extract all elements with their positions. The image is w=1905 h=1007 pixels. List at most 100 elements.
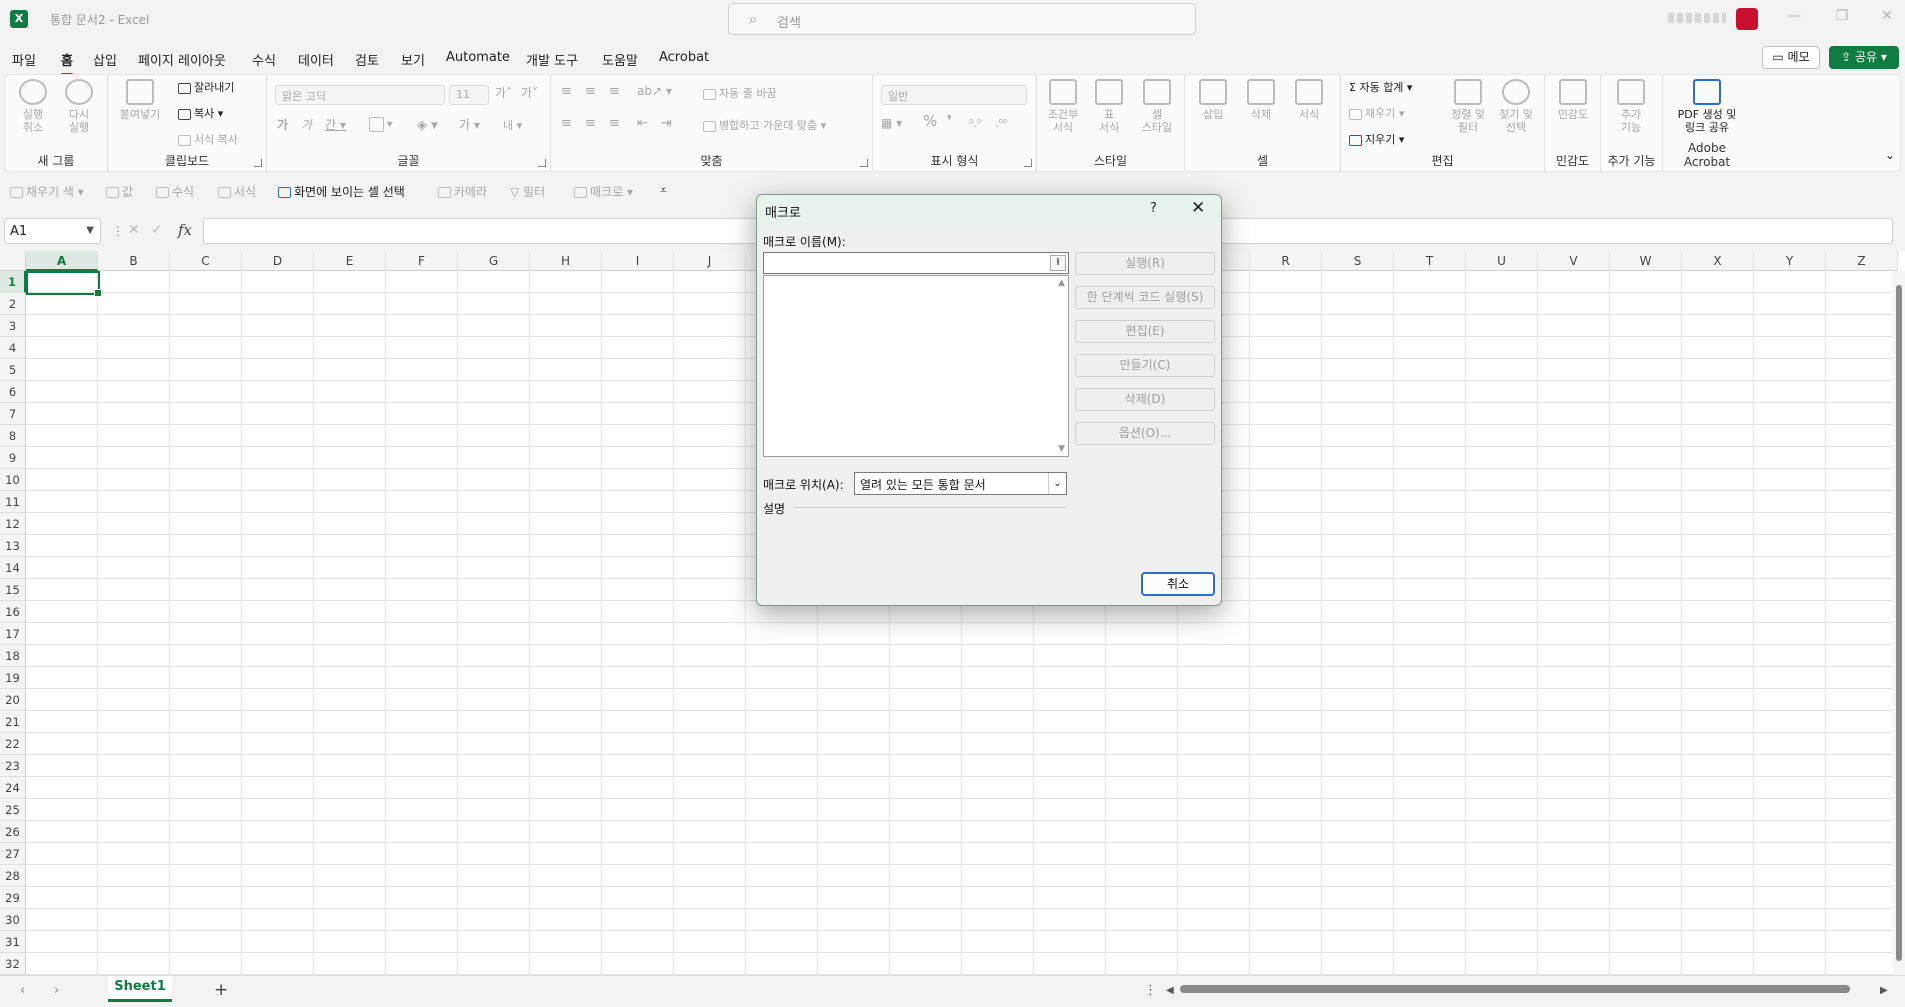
column-header-z[interactable]: Z xyxy=(1826,251,1898,271)
row-header-12[interactable]: 12 xyxy=(0,513,26,535)
row-header-6[interactable]: 6 xyxy=(0,381,26,403)
column-header-t[interactable]: T xyxy=(1394,251,1466,271)
font-name-select[interactable]: 맑은 고딕 xyxy=(275,85,445,105)
conditional-format-button[interactable]: 조건부 서식 xyxy=(1041,79,1085,134)
qat-paste-formats[interactable]: 서식 xyxy=(218,183,256,200)
collapse-dialog-icon[interactable]: ⭱ xyxy=(1050,255,1066,271)
qat-paste-values[interactable]: 값 xyxy=(106,183,133,200)
column-header-v[interactable]: V xyxy=(1538,251,1610,271)
row-header-15[interactable]: 15 xyxy=(0,579,26,601)
formula-bar-grip-icon[interactable]: ⋮ xyxy=(112,224,124,238)
tab-developer[interactable]: 개발 도구 xyxy=(526,50,578,69)
format-cells-button[interactable]: 서식 xyxy=(1287,79,1331,121)
row-header-10[interactable]: 10 xyxy=(0,469,26,491)
row-header-20[interactable]: 20 xyxy=(0,689,26,711)
column-header-s[interactable]: S xyxy=(1322,251,1394,271)
scroll-up-icon[interactable]: ▲ xyxy=(1058,278,1065,288)
help-icon[interactable]: ? xyxy=(1150,201,1157,216)
find-select-button[interactable]: 찾기 및 선택 xyxy=(1493,79,1539,134)
qat-paste-formulas[interactable]: 수식 xyxy=(156,183,194,200)
row-header-11[interactable]: 11 xyxy=(0,491,26,513)
decrease-decimal-icon[interactable]: .⁰⁰ xyxy=(995,117,1007,130)
column-header-y[interactable]: Y xyxy=(1754,251,1826,271)
column-header-g[interactable]: G xyxy=(458,251,530,271)
horizontal-scrollbar[interactable] xyxy=(1180,985,1850,993)
scroll-right-icon[interactable]: ▶ xyxy=(1880,985,1888,996)
row-header-21[interactable]: 21 xyxy=(0,711,26,733)
memo-button[interactable]: ▭ 메모 xyxy=(1762,46,1820,69)
row-header-18[interactable]: 18 xyxy=(0,645,26,667)
decrease-indent-icon[interactable]: ⇤ xyxy=(637,117,648,130)
row-header-29[interactable]: 29 xyxy=(0,887,26,909)
accounting-icon[interactable]: ▦ ▾ xyxy=(881,117,902,130)
format-painter-button[interactable]: 서식 복사 xyxy=(178,133,238,146)
tab-formulas[interactable]: 수식 xyxy=(252,50,276,69)
phonetic-icon[interactable]: 내 ▾ xyxy=(503,119,522,132)
edit-button[interactable]: 편집(E) xyxy=(1075,320,1215,343)
paste-button[interactable]: 붙여넣기 xyxy=(114,79,166,121)
qat-macro[interactable]: 매크로 ▾ xyxy=(574,183,633,200)
more-options-icon[interactable]: ⋮ xyxy=(1144,983,1157,998)
close-window-button[interactable]: ✕ xyxy=(1872,8,1902,24)
undo-button[interactable]: 실행 취소 xyxy=(11,79,55,134)
shrink-font-icon[interactable]: 가˅ xyxy=(521,87,538,100)
cell-style-button[interactable]: 셀 스타일 xyxy=(1133,79,1181,134)
align-left-icon[interactable]: ≡ xyxy=(561,117,572,130)
column-header-e[interactable]: E xyxy=(314,251,386,271)
row-header-24[interactable]: 24 xyxy=(0,777,26,799)
row-header-17[interactable]: 17 xyxy=(0,623,26,645)
delete-button[interactable]: 삭제(D) xyxy=(1075,388,1215,411)
align-middle-icon[interactable]: ≡ xyxy=(585,85,596,98)
qat-camera[interactable]: 카메라 xyxy=(438,183,487,200)
increase-indent-icon[interactable]: ⇥ xyxy=(661,117,672,130)
macro-list[interactable]: ▲ ▼ xyxy=(763,275,1069,457)
vertical-scrollbar[interactable] xyxy=(1893,271,1905,975)
tab-acrobat[interactable]: Acrobat xyxy=(659,50,709,65)
row-header-3[interactable]: 3 xyxy=(0,315,26,337)
tab-page-layout[interactable]: 페이지 레이아웃 xyxy=(138,50,226,69)
column-header-f[interactable]: F xyxy=(386,251,458,271)
next-sheet-icon[interactable]: › xyxy=(54,983,59,998)
qat-customize-icon[interactable]: ⩡ xyxy=(660,183,667,198)
autosum-button[interactable]: Σ 자동 합계 ▾ xyxy=(1349,81,1412,94)
tab-file[interactable]: 파일 xyxy=(12,50,36,69)
clear-button[interactable]: 지우기 ▾ xyxy=(1349,133,1404,146)
number-launcher-icon[interactable] xyxy=(1024,159,1032,167)
bold-icon[interactable]: 가 xyxy=(277,119,288,132)
tab-help[interactable]: 도움말 xyxy=(602,50,638,69)
options-button[interactable]: 옵션(O)... xyxy=(1075,422,1215,445)
sensitivity-button[interactable]: 민감도 xyxy=(1551,79,1595,121)
confirm-entry-icon[interactable]: ✓ xyxy=(151,222,163,238)
cancel-entry-icon[interactable]: ✕ xyxy=(128,222,140,238)
search-box[interactable]: ⌕ 검색 xyxy=(728,3,1196,35)
minimize-button[interactable]: — xyxy=(1779,8,1809,24)
font-launcher-icon[interactable] xyxy=(538,159,546,167)
row-header-8[interactable]: 8 xyxy=(0,425,26,447)
row-header-26[interactable]: 26 xyxy=(0,821,26,843)
row-header-5[interactable]: 5 xyxy=(0,359,26,381)
clipboard-launcher-icon[interactable] xyxy=(254,159,262,167)
qat-select-visible[interactable]: 화면에 보이는 셀 선택 xyxy=(278,183,405,200)
row-header-1[interactable]: 1 xyxy=(0,271,26,293)
row-header-4[interactable]: 4 xyxy=(0,337,26,359)
row-header-16[interactable]: 16 xyxy=(0,601,26,623)
collapse-ribbon-icon[interactable]: ⌄ xyxy=(1885,149,1895,162)
step-into-button[interactable]: 한 단계씩 코드 실행(S) xyxy=(1075,286,1215,309)
scroll-left-icon[interactable]: ◀ xyxy=(1166,985,1174,996)
run-button[interactable]: 실행(R) xyxy=(1075,252,1215,275)
tab-automate[interactable]: Automate xyxy=(446,50,510,65)
font-color-icon[interactable]: 가 ▾ xyxy=(459,119,480,132)
fill-color-icon[interactable]: ◈ ▾ xyxy=(417,119,438,132)
tab-review[interactable]: 검토 xyxy=(355,50,379,69)
column-header-i[interactable]: I xyxy=(602,251,674,271)
column-header-a[interactable]: A xyxy=(26,251,98,271)
orientation-icon[interactable]: ab↗ ▾ xyxy=(637,85,672,98)
row-header-19[interactable]: 19 xyxy=(0,667,26,689)
column-header-c[interactable]: C xyxy=(170,251,242,271)
align-right-icon[interactable]: ≡ xyxy=(609,117,620,130)
macro-name-input[interactable]: ⭱ xyxy=(763,252,1069,274)
cancel-button[interactable]: 취소 xyxy=(1141,572,1215,596)
column-header-r[interactable]: R xyxy=(1250,251,1322,271)
column-header-w[interactable]: W xyxy=(1610,251,1682,271)
avatar[interactable] xyxy=(1736,8,1758,30)
